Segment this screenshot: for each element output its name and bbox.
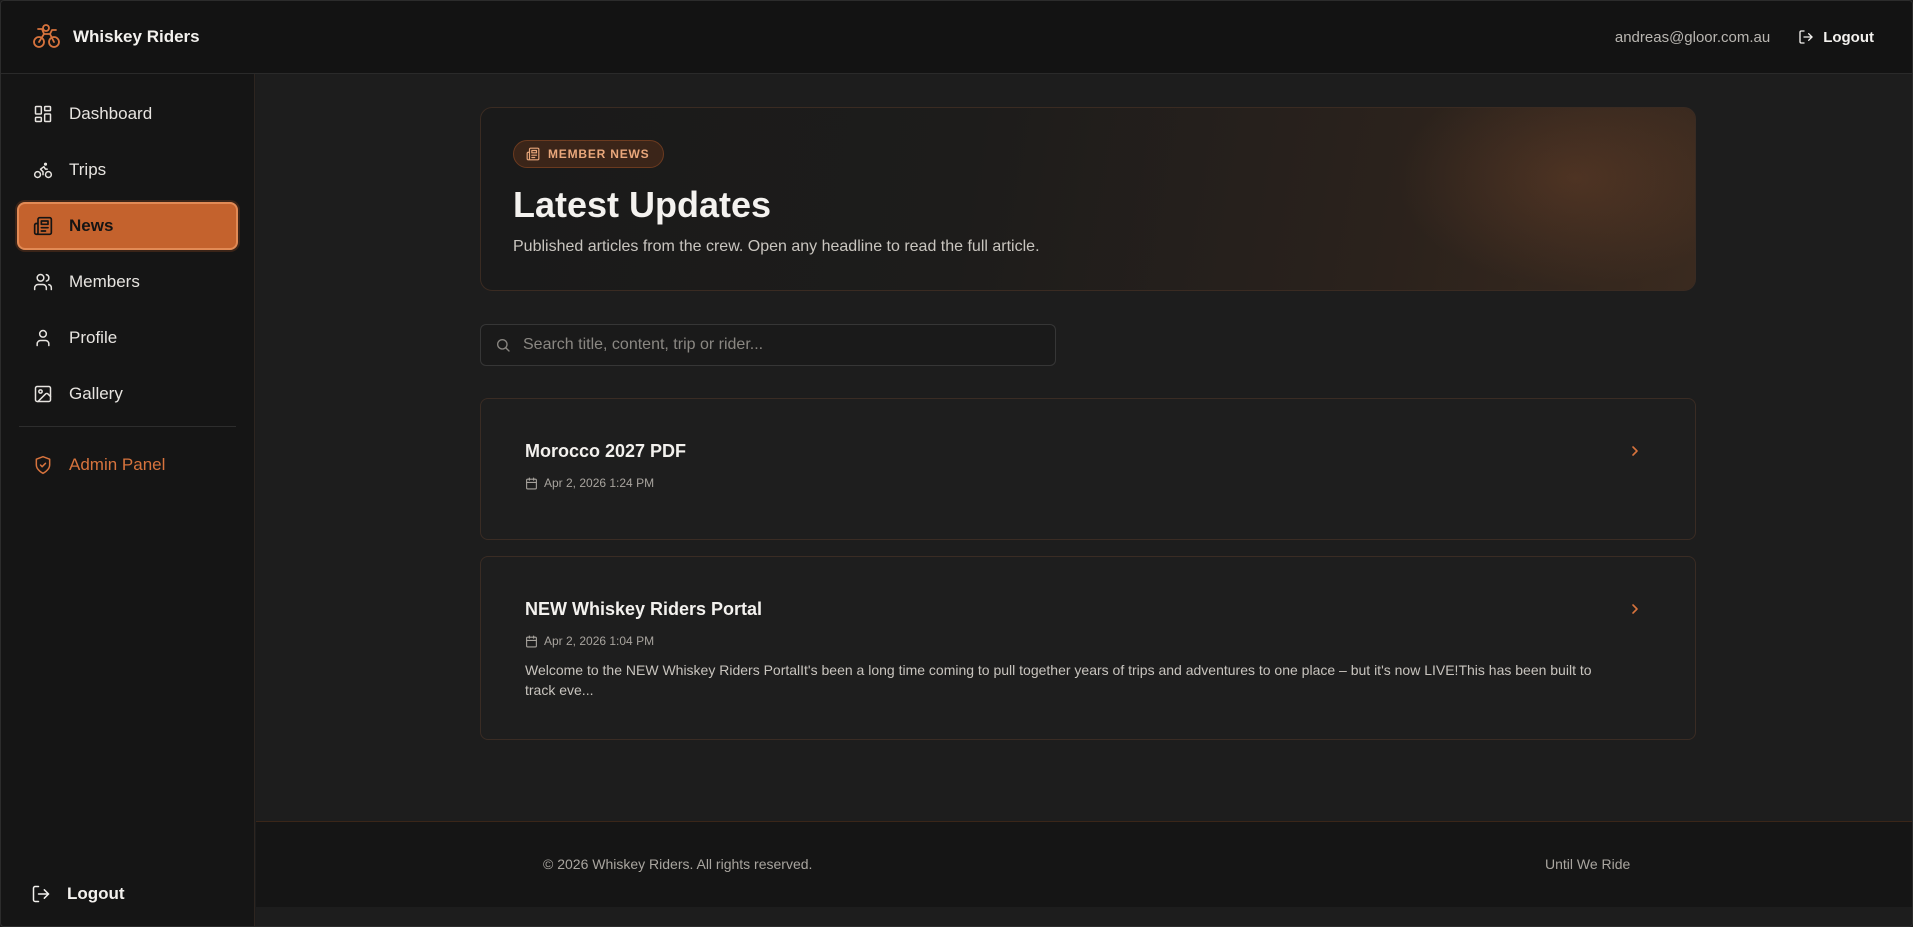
page-title: Latest Updates xyxy=(513,184,772,225)
search-icon xyxy=(497,339,510,352)
header-logout-button[interactable]: Logout xyxy=(1798,29,1874,46)
footer-tagline: Until We Ride xyxy=(1545,856,1631,872)
dashboard-icon xyxy=(34,105,52,123)
logout-icon xyxy=(1799,30,1813,44)
sidebar-item-news[interactable]: News xyxy=(17,202,238,250)
chevron-right-icon xyxy=(1632,446,1638,456)
shield-check-icon xyxy=(35,455,51,475)
page-subtitle: Published articles from the crew. Open a… xyxy=(513,238,1040,255)
main-content: MEMBER NEWS Latest Updates Published art… xyxy=(256,74,1912,926)
user-icon xyxy=(36,329,50,347)
sidebar-item-members[interactable]: Members xyxy=(17,258,238,306)
sidebar-item-label: Admin Panel xyxy=(69,455,166,474)
article-date-text: Apr 2, 2026 1:24 PM xyxy=(544,476,655,490)
sidebar-item-label: Dashboard xyxy=(69,104,153,123)
sidebar-item-label: Trips xyxy=(69,160,107,179)
calendar-icon xyxy=(526,635,537,647)
app-window: Whiskey Riders andreas@gloor.com.au Logo… xyxy=(0,0,1913,927)
search-input[interactable] xyxy=(523,336,1041,354)
user-email: andreas@gloor.com.au xyxy=(1614,28,1771,46)
bicycle-icon xyxy=(33,162,53,179)
article-date-text: Apr 2, 2026 1:04 PM xyxy=(544,634,655,648)
sidebar-item-label: Members xyxy=(69,272,140,291)
article-date: Apr 2, 2026 1:24 PM xyxy=(525,476,1651,490)
article-card[interactable]: NEW Whiskey Riders Portal Apr 2, 2026 1:… xyxy=(480,556,1696,740)
article-card[interactable]: Morocco 2027 PDF Apr 2, 2026 1:24 PM xyxy=(480,398,1696,540)
brand-name: Whiskey Riders xyxy=(73,27,200,46)
article-date: Apr 2, 2026 1:04 PM xyxy=(525,634,1651,648)
motorcycle-logo-icon xyxy=(31,22,61,52)
sidebar-item-profile[interactable]: Profile xyxy=(17,314,238,362)
users-icon xyxy=(33,273,53,291)
header-user-area: andreas@gloor.com.au Logout xyxy=(1615,29,1874,46)
page-footer: © 2026 Whiskey Riders. All rights reserv… xyxy=(256,821,1912,907)
top-header: Whiskey Riders andreas@gloor.com.au Logo… xyxy=(1,1,1912,74)
brand[interactable]: Whiskey Riders xyxy=(31,22,200,52)
sidebar-item-label: Gallery xyxy=(69,384,123,403)
badge-label: MEMBER NEWS xyxy=(548,147,650,161)
sidebar-item-label: Profile xyxy=(69,328,118,347)
header-logout-label: Logout xyxy=(1823,28,1874,46)
article-excerpt: Welcome to the NEW Whiskey Riders Portal… xyxy=(525,662,1592,698)
article-title: NEW Whiskey Riders Portal xyxy=(525,599,763,619)
bottom-strip xyxy=(256,907,1912,926)
footer-copyright: © 2026 Whiskey Riders. All rights reserv… xyxy=(543,856,813,872)
hero-banner: MEMBER NEWS Latest Updates Published art… xyxy=(480,107,1696,291)
search-box xyxy=(480,324,1056,366)
sidebar: Dashboard Trips News Members Profile Gal… xyxy=(1,74,255,926)
sidebar-logout-label: Logout xyxy=(67,884,125,903)
member-news-badge: MEMBER NEWS xyxy=(513,140,665,168)
newspaper-icon xyxy=(526,147,540,161)
newspaper-icon xyxy=(33,216,53,236)
image-icon xyxy=(34,385,52,403)
sidebar-item-label: News xyxy=(69,216,114,235)
sidebar-logout-button[interactable]: Logout xyxy=(17,874,239,914)
sidebar-item-trips[interactable]: Trips xyxy=(17,146,238,194)
chevron-right-icon xyxy=(1632,604,1638,614)
sidebar-item-gallery[interactable]: Gallery xyxy=(17,370,238,418)
logout-icon xyxy=(32,885,50,903)
article-title: Morocco 2027 PDF xyxy=(525,441,687,461)
calendar-icon xyxy=(526,477,537,489)
sidebar-divider xyxy=(19,426,236,427)
sidebar-item-admin-panel[interactable]: Admin Panel xyxy=(17,441,238,489)
sidebar-item-dashboard[interactable]: Dashboard xyxy=(17,90,238,138)
